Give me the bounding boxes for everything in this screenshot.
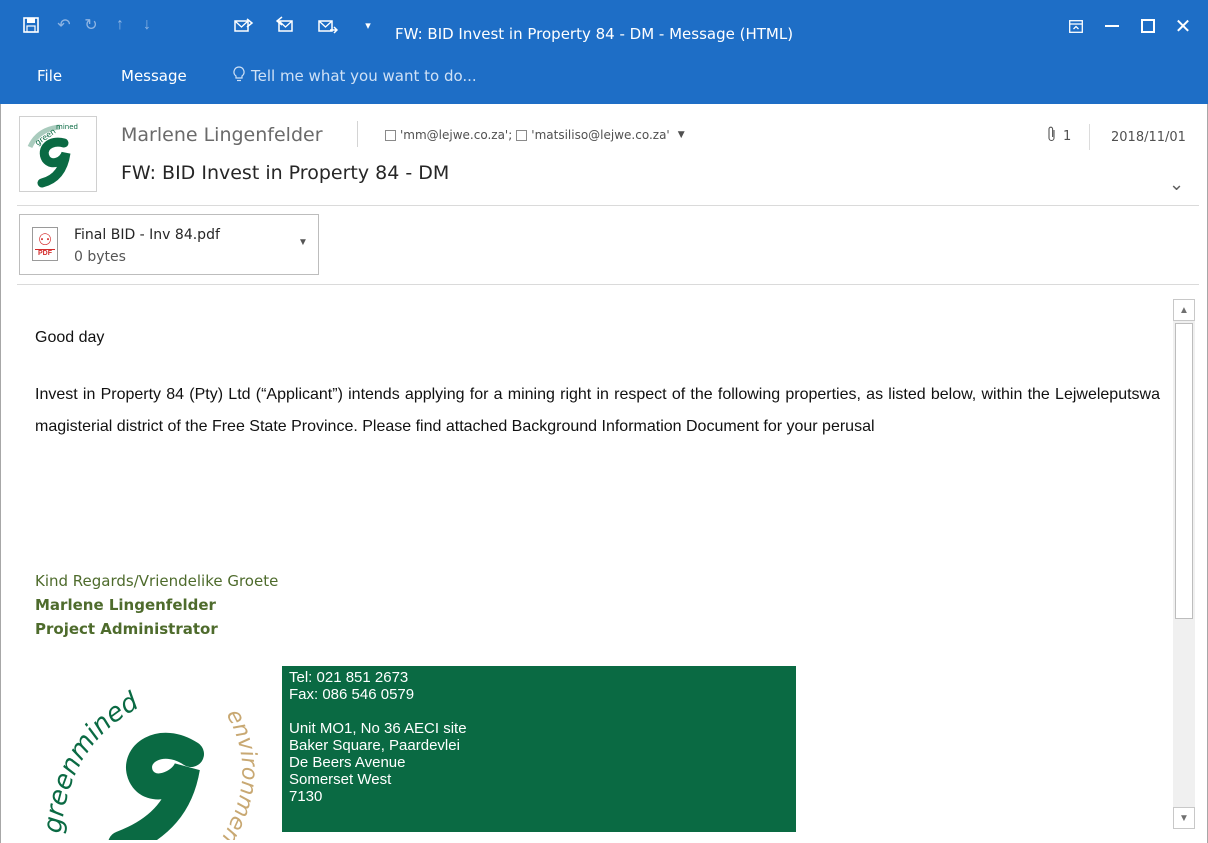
contact-details-block: Tel: 021 851 2673 Fax: 086 546 0579 Unit… (282, 666, 796, 832)
save-icon[interactable] (20, 14, 42, 36)
address-line: 7130 (289, 788, 323, 805)
body-paragraph: Invest in Property 84 (Pty) Ltd (“Applic… (35, 386, 1160, 435)
recipient-1[interactable]: 'mm@lejwe.co.za'; (400, 128, 512, 142)
address-line: Somerset West (289, 771, 392, 788)
scroll-down-icon[interactable]: ▼ (1173, 807, 1195, 829)
message-subject: FW: BID Invest in Property 84 - DM (121, 162, 450, 184)
contact-fax: Fax: 086 546 0579 (289, 686, 415, 703)
scroll-up-icon[interactable]: ▲ (1173, 299, 1195, 321)
greeting: Good day (35, 329, 105, 346)
svg-text:mined: mined (56, 123, 78, 131)
ribbon-tabs: File Message Tell me what you want to do… (0, 52, 1208, 104)
sender-avatar[interactable]: green mined (19, 116, 97, 192)
tab-file[interactable]: File (37, 67, 62, 85)
reply-all-icon[interactable] (275, 14, 297, 36)
company-logo: greenmined environmental (41, 664, 271, 840)
greenmined-avatar-logo: green mined (27, 123, 78, 188)
contact-tel: Tel: 021 851 2673 (289, 669, 409, 686)
attachment-count: 1 (1047, 126, 1071, 146)
next-item-icon[interactable]: ↓ (136, 14, 158, 36)
title-bar: ↶ ↻ ↑ ↓ ▾ FW: BID Invest in Property 84 … (0, 0, 1208, 52)
sender-name[interactable]: Marlene Lingenfelder (121, 124, 323, 146)
attachment-count-value: 1 (1063, 128, 1072, 144)
expand-header-icon[interactable]: ⌄ (1169, 174, 1184, 195)
reply-icon[interactable] (233, 14, 255, 36)
tell-me-label: Tell me what you want to do... (251, 67, 477, 85)
chevron-down-icon[interactable]: ▼ (678, 130, 685, 140)
address-line: De Beers Avenue (289, 754, 406, 771)
previous-item-icon[interactable]: ↑ (109, 14, 131, 36)
window-title: FW: BID Invest in Property 84 - DM - Mes… (395, 25, 794, 43)
attachment-separator (17, 284, 1199, 285)
signature-closing: Kind Regards/Vriendelike Groete (35, 572, 279, 590)
tell-me-search[interactable]: Tell me what you want to do... (233, 66, 477, 86)
recipient-checkbox[interactable] (516, 129, 528, 141)
address-line: Baker Square, Paardevlei (289, 737, 460, 754)
minimize-icon[interactable] (1097, 14, 1127, 38)
scrollbar-thumb[interactable] (1175, 323, 1193, 619)
header-divider (1089, 124, 1090, 150)
lightbulb-icon (233, 66, 245, 86)
close-icon[interactable]: ✕ (1168, 14, 1198, 38)
paperclip-icon (1047, 126, 1057, 146)
message-date: 2018/11/01 (1111, 130, 1186, 145)
attachment-card[interactable]: ⚇ PDF Final BID - Inv 84.pdf 0 bytes ▼ (19, 214, 319, 275)
attachment-size: 0 bytes (74, 249, 126, 265)
customize-toolbar-icon[interactable]: ▾ (357, 14, 379, 36)
message-pane: green mined Marlene Lingenfelder 'mm@lej… (0, 104, 1208, 843)
signature-title: Project Administrator (35, 620, 218, 638)
header-divider (357, 121, 358, 147)
address-line: Unit MO1, No 36 AECI site (289, 720, 467, 737)
attachment-options-icon[interactable]: ▼ (298, 237, 308, 248)
attachment-name: Final BID - Inv 84.pdf (74, 227, 220, 243)
pdf-label: PDF (35, 249, 55, 258)
recipient-checkbox[interactable] (385, 129, 396, 141)
maximize-icon[interactable] (1133, 14, 1163, 38)
header-separator (17, 205, 1199, 206)
undo-icon[interactable]: ↶ (53, 14, 75, 36)
message-header: green mined Marlene Lingenfelder 'mm@lej… (19, 116, 1199, 206)
forward-icon[interactable] (317, 14, 339, 36)
recipients[interactable]: 'mm@lejwe.co.za'; 'matsiliso@lejwe.co.za… (385, 128, 685, 142)
redo-icon[interactable]: ↻ (80, 14, 102, 36)
tab-message[interactable]: Message (121, 67, 187, 85)
pdf-file-icon: ⚇ PDF (32, 227, 58, 261)
vertical-scrollbar[interactable]: ▲ ▼ (1173, 299, 1195, 829)
ribbon-display-options-icon[interactable] (1061, 14, 1091, 38)
recipient-2[interactable]: 'matsiliso@lejwe.co.za' (531, 128, 669, 142)
signature-name: Marlene Lingenfelder (35, 596, 216, 614)
